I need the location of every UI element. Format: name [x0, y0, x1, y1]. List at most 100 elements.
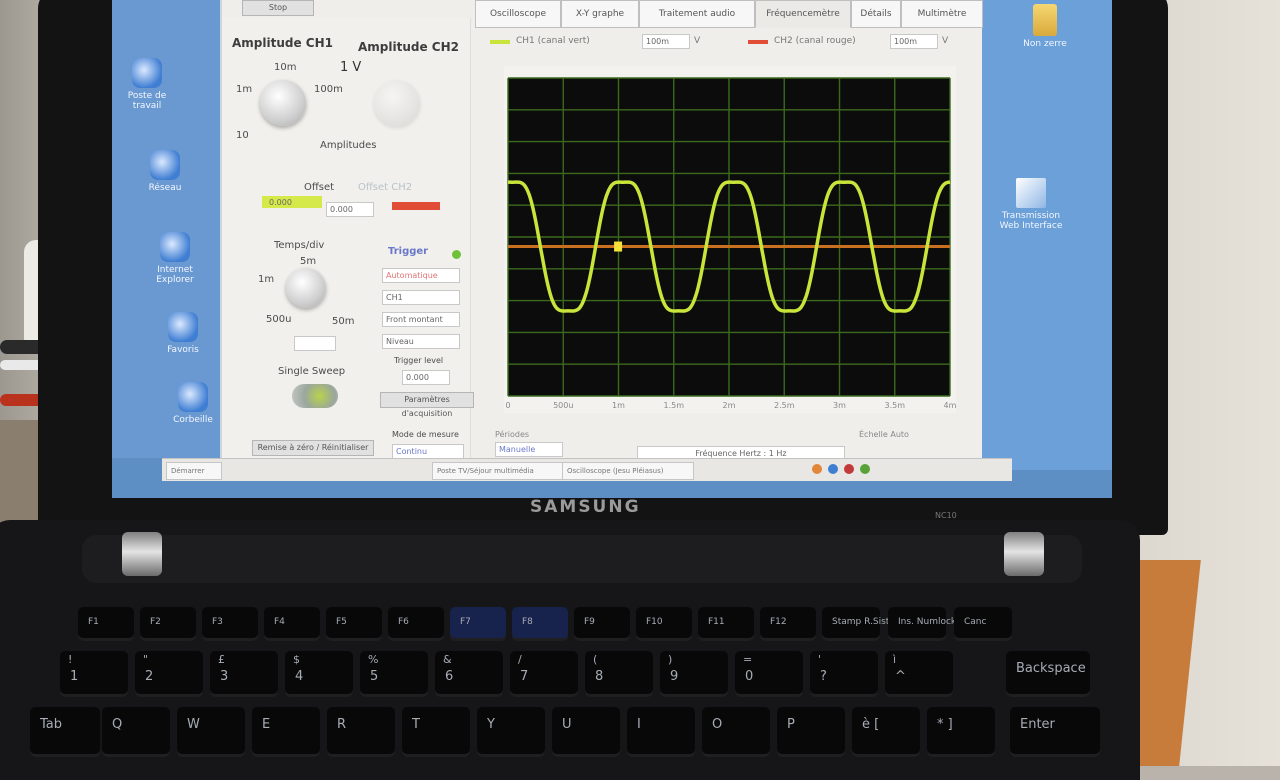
ch2-label: CH2 (canal rouge)	[774, 36, 856, 46]
amp-value: 1 V	[340, 60, 362, 75]
key-p[interactable]: P	[777, 707, 845, 757]
favorites-icon	[168, 312, 198, 342]
desktop-icon-2[interactable]: Internet Explorer	[152, 232, 198, 285]
trigger-item[interactable]: Niveau	[382, 334, 460, 349]
key-stamp-r-sist[interactable]: Stamp R.Sist	[822, 607, 889, 641]
key-f11[interactable]: F11	[698, 607, 754, 641]
key-f12[interactable]: F12	[760, 607, 816, 641]
offset-ch2-field[interactable]: 0.000	[326, 202, 374, 217]
key-t[interactable]: T	[402, 707, 470, 757]
security-icon[interactable]	[844, 464, 854, 474]
key-q[interactable]: Q	[102, 707, 170, 757]
key-f1[interactable]: F1	[78, 607, 134, 641]
key-6[interactable]: & 6	[435, 651, 503, 697]
desktop-icon-label: Internet Explorer	[156, 265, 194, 285]
desktop-icon-3[interactable]: Favoris	[160, 312, 206, 355]
trigger-item[interactable]: Automatique	[382, 268, 460, 283]
key-0[interactable]: = 0	[735, 651, 803, 697]
taskbar-task-1[interactable]: Oscilloscope (Jesu Pléiasus)	[562, 462, 694, 480]
key-enter[interactable]: Enter	[1010, 707, 1100, 757]
single-sweep-button[interactable]	[292, 384, 338, 408]
desktop-icon-folder[interactable]: Non zerre	[1022, 4, 1068, 49]
key-tab[interactable]: Tab	[30, 707, 100, 757]
tab-frequency[interactable]: Fréquencemètre	[755, 0, 851, 28]
desktop-icon-1[interactable]: Réseau	[142, 150, 188, 193]
key-secondary-label: =	[743, 653, 753, 666]
key--[interactable]: è [	[852, 707, 920, 757]
mode-select[interactable]: Continu	[392, 444, 464, 459]
key-f9[interactable]: F9	[574, 607, 630, 641]
desktop-icon-app[interactable]: Transmission Web Interface	[998, 178, 1064, 231]
ch2-scale-field[interactable]: 100m	[890, 34, 938, 49]
acq-label: Périodes	[495, 430, 530, 439]
stop-button[interactable]: Stop	[242, 0, 314, 16]
key--[interactable]: '?	[810, 651, 878, 697]
key-ins-numlock[interactable]: Ins. Numlock	[888, 607, 956, 641]
ch1-scale-field[interactable]: 100m	[642, 34, 690, 49]
key-f7[interactable]: F7	[450, 607, 506, 641]
key-f8[interactable]: F8	[512, 607, 568, 641]
key-f5[interactable]: F5	[326, 607, 382, 641]
key-f6[interactable]: F6	[388, 607, 444, 641]
key-8[interactable]: (8	[585, 651, 653, 697]
network-tray-icon[interactable]	[828, 464, 838, 474]
key-label: * ]	[937, 717, 953, 732]
desktop-icon-0[interactable]: Poste de travail	[124, 58, 170, 111]
trigger-level-field[interactable]: 0.000	[402, 370, 450, 385]
control-panel: Amplitude CH1 Amplitude CH2 10m 1m 100m …	[222, 18, 474, 463]
volume-icon[interactable]	[812, 464, 822, 474]
taskbar-task-0[interactable]: Poste TV/Séjour multimédia	[432, 462, 564, 480]
amp-tick: 1m	[236, 84, 253, 95]
key-f10[interactable]: F10	[636, 607, 692, 641]
time-div-field[interactable]	[294, 336, 336, 351]
laptop-model-label: NC10	[935, 511, 957, 520]
key-f4[interactable]: F4	[264, 607, 320, 641]
key-i[interactable]: I	[627, 707, 695, 757]
desktop-icon-label: Corbeille	[173, 415, 213, 425]
key-1[interactable]: ! 1	[60, 651, 128, 697]
acq-select[interactable]: Manuelle	[495, 442, 563, 457]
tab-multimeter[interactable]: Multimètre	[901, 0, 983, 28]
key-label: 8	[595, 669, 604, 684]
key-w[interactable]: W	[177, 707, 245, 757]
acquisition-bar: Périodes Manuelle Fréquence Hertz : 1 Hz…	[487, 430, 977, 461]
key-2[interactable]: " 2	[135, 651, 203, 697]
key-5[interactable]: % 5	[360, 651, 428, 697]
tab-details[interactable]: Détails	[851, 0, 901, 28]
key-label: F11	[708, 617, 725, 627]
key-canc[interactable]: Canc	[954, 607, 1012, 641]
key-e[interactable]: E	[252, 707, 320, 757]
amplitude-ch1-knob[interactable]	[260, 80, 306, 126]
key-label: R	[337, 717, 347, 732]
trigger-item[interactable]: Front montant	[382, 312, 460, 327]
start-button[interactable]: Démarrer	[166, 462, 222, 480]
trigger-item[interactable]: CH1	[382, 290, 460, 305]
tab-audio[interactable]: Traitement audio	[639, 0, 755, 28]
key-f3[interactable]: F3	[202, 607, 258, 641]
key-9[interactable]: ) 9	[660, 651, 728, 697]
key-y[interactable]: Y	[477, 707, 545, 757]
key--[interactable]: * ]	[927, 707, 995, 757]
key-7[interactable]: /7	[510, 651, 578, 697]
amplitude-ch2-knob[interactable]	[374, 80, 420, 126]
battery-icon[interactable]	[860, 464, 870, 474]
key-3[interactable]: £3	[210, 651, 278, 697]
config-button[interactable]: Paramètres d'acquisition	[380, 392, 474, 418]
key-f2[interactable]: F2	[140, 607, 196, 641]
offset-ch1-field[interactable]: 0.000	[266, 196, 312, 209]
desktop-icon-4[interactable]: Corbeille	[170, 382, 216, 425]
key-u[interactable]: U	[552, 707, 620, 757]
key-label: 4	[295, 669, 304, 684]
reset-button[interactable]: Remise à zéro / Réinitialiser	[252, 440, 374, 456]
key-o[interactable]: O	[702, 707, 770, 757]
hinge-right	[1004, 532, 1044, 576]
key-label: è [	[862, 717, 880, 732]
tab-oscilloscope[interactable]: Oscilloscope	[475, 0, 561, 28]
key-r[interactable]: R	[327, 707, 395, 757]
time-div-knob[interactable]	[286, 268, 326, 308]
tab-xy[interactable]: X-Y graphe	[561, 0, 639, 28]
key-4[interactable]: $4	[285, 651, 353, 697]
amp-tick: 10m	[274, 62, 297, 73]
key-backspace[interactable]: Backspace	[1006, 651, 1090, 697]
key--[interactable]: ì ^	[885, 651, 953, 697]
